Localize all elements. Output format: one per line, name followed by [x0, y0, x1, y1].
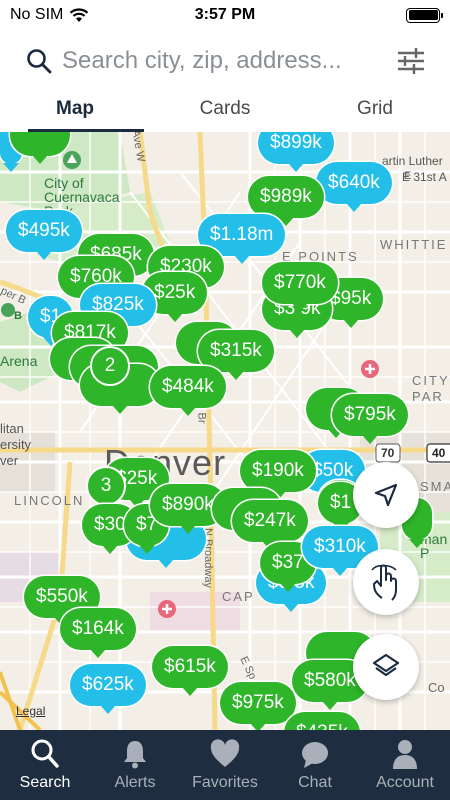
bottom-nav: Search Alerts Favorites Chat Account [0, 730, 450, 800]
carrier-text: No SIM [10, 6, 64, 23]
nav-alerts[interactable]: Alerts [90, 730, 180, 800]
heart-icon [210, 739, 240, 767]
street-label: B [14, 310, 22, 322]
price-pin[interactable]: $640k [316, 162, 392, 212]
highway-shield-label: 40 [432, 446, 446, 460]
neighborhood-label: CITY [412, 373, 450, 388]
layers-button[interactable] [353, 634, 419, 700]
price-pin[interactable]: $495k [6, 210, 82, 260]
price-pin[interactable]: $975k [220, 682, 296, 730]
filter-button[interactable] [394, 44, 428, 78]
tab-map[interactable]: Map [0, 90, 150, 132]
search-input[interactable]: Search city, zip, address... [62, 47, 394, 75]
price-pin[interactable]: $615k [152, 646, 228, 696]
street-label: Co [428, 680, 445, 695]
street-label: Br [195, 412, 208, 424]
sliders-icon [398, 48, 424, 74]
draw-hand-icon [371, 564, 397, 601]
nav-label: Account [376, 774, 434, 791]
map-view[interactable]: City of Cuernavaca Park artin Luther E 3… [0, 132, 450, 730]
price-pin[interactable]: $770k [262, 262, 338, 312]
neighborhood-label: SMA [420, 479, 450, 494]
price-pin[interactable]: $484k [150, 366, 226, 416]
legal-link[interactable]: Legal [16, 704, 45, 718]
view-tabs: Map Cards Grid [0, 90, 450, 132]
price-pin[interactable]: $190k [240, 450, 316, 500]
draw-button[interactable] [353, 549, 419, 615]
locate-button[interactable] [353, 462, 419, 528]
cluster-marker[interactable]: 2 [90, 346, 130, 386]
nav-label: Search [19, 774, 71, 791]
street-label: E [404, 170, 412, 182]
place-label: litan [0, 421, 24, 436]
search-icon [27, 49, 52, 74]
neighborhood-label: LINCOLN [14, 493, 85, 508]
status-bar: No SIM 3:57 PM [0, 0, 450, 30]
search-bar[interactable]: Search city, zip, address... [0, 36, 450, 86]
price-pin[interactable]: $164k [60, 608, 136, 658]
nav-account[interactable]: Account [360, 730, 450, 800]
place-label: Arena [0, 353, 38, 369]
bell-icon [124, 741, 146, 769]
place-label: ersity [0, 437, 32, 452]
street-label: artin Luther [382, 154, 443, 168]
nav-label: Chat [298, 774, 332, 791]
tab-grid[interactable]: Grid [300, 90, 450, 132]
layers-icon [372, 653, 400, 677]
nav-label: Alerts [114, 774, 156, 791]
tab-cards[interactable]: Cards [150, 90, 300, 132]
nav-label: Favorites [192, 774, 258, 791]
price-pin[interactable]: $625k [70, 664, 146, 714]
neighborhood-label: PAR [412, 389, 444, 404]
highway-shield-label: 70 [381, 446, 395, 460]
price-pin[interactable]: $899k [258, 132, 334, 172]
location-arrow-icon [374, 483, 398, 507]
price-pin[interactable]: $247k [232, 500, 308, 550]
battery-icon [406, 7, 443, 23]
search-icon [31, 739, 59, 768]
nav-chat[interactable]: Chat [270, 730, 360, 800]
cluster-marker[interactable]: 3 [86, 466, 126, 506]
person-icon [393, 740, 417, 769]
chat-icon [302, 742, 328, 768]
neighborhood-label: CAP [222, 589, 255, 604]
status-left: No SIM [10, 6, 89, 24]
price-pin[interactable]: $989k [248, 176, 324, 226]
wifi-icon [70, 7, 89, 22]
place-label: ver [0, 453, 19, 468]
neighborhood-label: WHITTIE [380, 237, 448, 252]
price-pin[interactable]: $435k [284, 712, 360, 730]
nav-favorites[interactable]: Favorites [180, 730, 270, 800]
nav-search[interactable]: Search [0, 730, 90, 800]
price-pin[interactable]: $795k [332, 394, 408, 444]
